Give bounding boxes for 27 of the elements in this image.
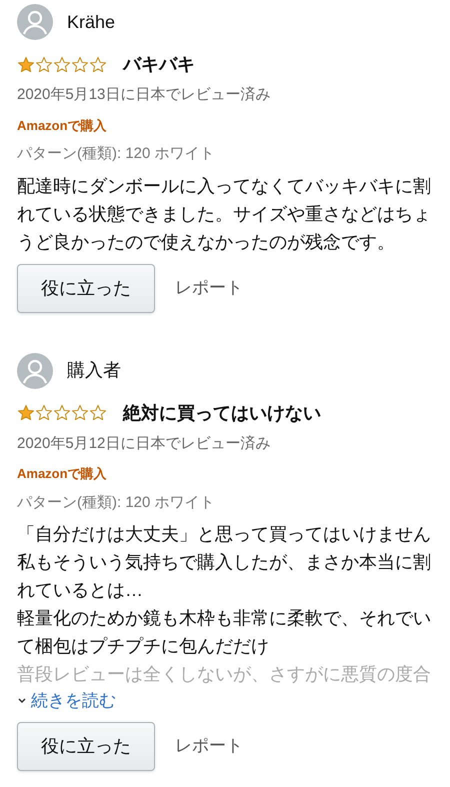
review-title: バキバキ bbox=[123, 53, 195, 76]
review-text-line: 軽量化のためか鏡も木枠も非常に柔軟で、それでい bbox=[17, 607, 432, 630]
verified-purchase-label: Amazonで購入 bbox=[17, 465, 108, 483]
review-title: 絶対に買ってはいけない bbox=[123, 402, 321, 425]
read-more-link[interactable]: 続きを読む bbox=[17, 688, 433, 714]
report-link[interactable]: レポート bbox=[175, 275, 243, 301]
report-link[interactable]: レポート bbox=[175, 733, 243, 759]
avatar-icon bbox=[17, 4, 53, 40]
review-date: 2020年5月13日に日本でレビュー済み bbox=[17, 85, 272, 105]
helpful-button[interactable]: 役に立った bbox=[17, 264, 155, 312]
review-text-line: 「自分だけは大丈夫」と思って買ってはいけません bbox=[17, 523, 432, 546]
review-text-line: 私もそういう気持ちで購入したが、まさか本当に割 bbox=[17, 551, 432, 574]
reviewer-name: 購入者 bbox=[67, 359, 121, 382]
verified-purchase-label: Amazonで購入 bbox=[17, 116, 108, 134]
review-text-line: 普段レビューは全くしないが、さすがに悪質の度合 bbox=[17, 663, 432, 686]
review-text-line: れているとは… bbox=[17, 579, 144, 602]
review-text-line: れている状態できました。サイズや重さなどはちょ bbox=[17, 202, 432, 226]
product-variant: パターン(種類): 120 ホワイト bbox=[17, 144, 216, 164]
helpful-button[interactable]: 役に立った bbox=[17, 722, 155, 770]
review-date: 2020年5月12日に日本でレビュー済み bbox=[17, 434, 272, 454]
review-text-line: て梱包はプチプチに包んだだけ bbox=[17, 635, 270, 658]
reviewer-name: Krähe bbox=[67, 10, 116, 34]
chevron-down-icon bbox=[17, 696, 27, 705]
product-variant: パターン(種類): 120 ホワイト bbox=[17, 492, 216, 512]
review-text-line: うど良かったので使えなかったのが残念です。 bbox=[17, 230, 396, 254]
avatar-icon bbox=[17, 352, 53, 388]
review-text-line: 配達時にダンボールに入ってなくてバッキバキに割 bbox=[17, 174, 432, 198]
